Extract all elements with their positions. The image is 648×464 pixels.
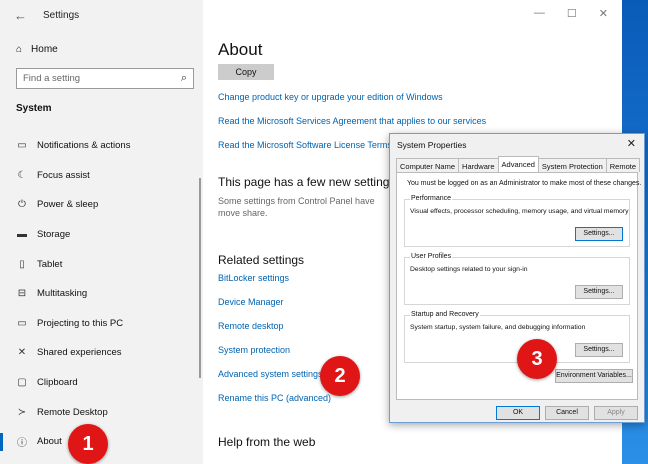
user-profiles-settings-button[interactable]: Settings...: [575, 285, 623, 299]
change-product-key-link[interactable]: Change product key or upgrade your editi…: [218, 92, 443, 102]
close-icon[interactable]: ✕: [627, 137, 636, 150]
search-input[interactable]: Find a setting ⌕: [16, 68, 194, 89]
sidebar-item-label: Remote Desktop: [37, 406, 108, 418]
sidebar-item-shared-experiences[interactable]: ✕ Shared experiences: [0, 338, 203, 368]
advanced-panel: You must be logged on as an Administrato…: [396, 172, 642, 400]
bitlocker-link[interactable]: BitLocker settings: [218, 273, 289, 283]
sidebar-item-label: Focus assist: [37, 169, 90, 181]
performance-settings-button[interactable]: Settings...: [575, 227, 623, 241]
device-manager-link[interactable]: Device Manager: [218, 297, 284, 307]
step-badge-1: 1: [68, 424, 108, 464]
user-profiles-group: User Profiles Desktop settings related t…: [404, 253, 630, 305]
sidebar-item-clipboard[interactable]: ▢ Clipboard: [0, 368, 203, 398]
help-heading: Help from the web: [218, 435, 316, 449]
moon-icon: ☾: [17, 169, 27, 181]
step-badge-2: 2: [320, 356, 360, 396]
system-protection-link[interactable]: System protection: [218, 345, 290, 355]
sidebar-item-label: Clipboard: [37, 377, 78, 389]
services-agreement-link[interactable]: Read the Microsoft Services Agreement th…: [218, 116, 486, 126]
performance-group: Performance Visual effects, processor sc…: [404, 195, 630, 247]
new-settings-text: Some settings from Control Panel have mo…: [218, 196, 375, 218]
notifications-icon: ▭: [17, 140, 27, 152]
sidebar-item-storage[interactable]: ▬ Storage: [0, 220, 203, 250]
sidebar-item-label: Multitasking: [37, 288, 88, 300]
home-icon: ⌂: [16, 44, 23, 55]
home-item[interactable]: ⌂ Home: [16, 44, 58, 55]
remote-desktop-icon: ≻: [17, 406, 27, 418]
license-terms-link[interactable]: Read the Microsoft Software License Term…: [218, 140, 392, 150]
sidebar-item-tablet[interactable]: ▯ Tablet: [0, 249, 203, 279]
projecting-icon: ▭: [17, 317, 27, 329]
section-label: System: [16, 103, 52, 114]
cancel-button[interactable]: Cancel: [545, 406, 589, 420]
tablet-icon: ▯: [19, 258, 25, 270]
sidebar-item-label: Shared experiences: [37, 347, 122, 359]
apply-button[interactable]: Apply: [594, 406, 638, 420]
sidebar-item-notifications[interactable]: ▭ Notifications & actions: [0, 131, 203, 161]
related-settings-heading: Related settings: [218, 253, 305, 267]
multitasking-icon: ⊟: [17, 288, 27, 300]
tab-advanced[interactable]: Advanced: [497, 156, 539, 172]
step-badge-3: 3: [517, 339, 557, 379]
dialog-title: System Properties: [397, 140, 467, 150]
sidebar-scrollbar[interactable]: [199, 178, 201, 378]
back-arrow-icon[interactable]: ←: [14, 8, 27, 23]
tab-remote[interactable]: Remote: [605, 158, 641, 172]
sidebar-item-label: Projecting to this PC: [37, 317, 124, 329]
group-title: Performance: [410, 195, 453, 202]
sidebar-item-focus-assist[interactable]: ☾ Focus assist: [0, 161, 203, 191]
group-desc: System startup, system failure, and debu…: [410, 324, 586, 331]
admin-note: You must be logged on as an Administrato…: [407, 180, 642, 187]
environment-variables-button[interactable]: Environment Variables...: [555, 369, 633, 383]
power-icon: ⏻: [18, 199, 26, 211]
clipboard-icon: ▢: [17, 377, 27, 389]
startup-settings-button[interactable]: Settings...: [575, 343, 623, 357]
group-desc: Visual effects, processor scheduling, me…: [410, 208, 629, 215]
sidebar-item-label: Notifications & actions: [37, 140, 131, 152]
search-placeholder: Find a setting: [23, 73, 81, 84]
sidebar-item-label: Storage: [37, 229, 71, 241]
group-title: Startup and Recovery: [410, 311, 480, 318]
new-settings-heading: This page has a few new setting: [218, 175, 390, 189]
sidebar-item-label: Power & sleep: [37, 199, 99, 211]
copy-button[interactable]: Copy: [218, 64, 274, 80]
sidebar-item-label: About: [37, 436, 62, 448]
system-properties-dialog: System Properties ✕ Computer Name Hardwa…: [389, 133, 645, 423]
sidebar-item-projecting[interactable]: ▭ Projecting to this PC: [0, 309, 203, 339]
shared-icon: ✕: [17, 347, 27, 359]
storage-icon: ▬: [17, 229, 27, 241]
sidebar-item-power[interactable]: ⏻ Power & sleep: [0, 190, 203, 220]
info-icon: ⓘ: [17, 438, 27, 450]
window-title: Settings: [43, 10, 80, 21]
group-title: User Profiles: [410, 253, 453, 260]
search-icon: ⌕: [180, 72, 187, 84]
tab-system-protection[interactable]: System Protection: [537, 158, 607, 172]
home-label: Home: [31, 44, 58, 55]
sidebar-item-remote-desktop[interactable]: ≻ Remote Desktop: [0, 397, 203, 427]
sidebar-item-multitasking[interactable]: ⊟ Multitasking: [0, 279, 203, 309]
advanced-system-settings-link[interactable]: Advanced system settings: [218, 369, 323, 379]
tab-hardware[interactable]: Hardware: [458, 158, 499, 172]
tab-computer-name[interactable]: Computer Name: [396, 158, 460, 172]
settings-sidebar: ← Settings ⌂ Home Find a setting ⌕ Syste…: [0, 0, 203, 464]
sidebar-item-label: Tablet: [37, 258, 63, 270]
page-title: About: [218, 40, 263, 59]
ok-button[interactable]: OK: [496, 406, 540, 420]
group-desc: Desktop settings related to your sign-in: [410, 266, 528, 273]
remote-desktop-link[interactable]: Remote desktop: [218, 321, 284, 331]
sidebar-nav: ▭ Notifications & actions ☾ Focus assist ⏻…: [0, 131, 203, 457]
rename-pc-link[interactable]: Rename this PC (advanced): [218, 393, 331, 403]
dialog-tabs: Computer Name Hardware Advanced System P…: [396, 156, 641, 172]
